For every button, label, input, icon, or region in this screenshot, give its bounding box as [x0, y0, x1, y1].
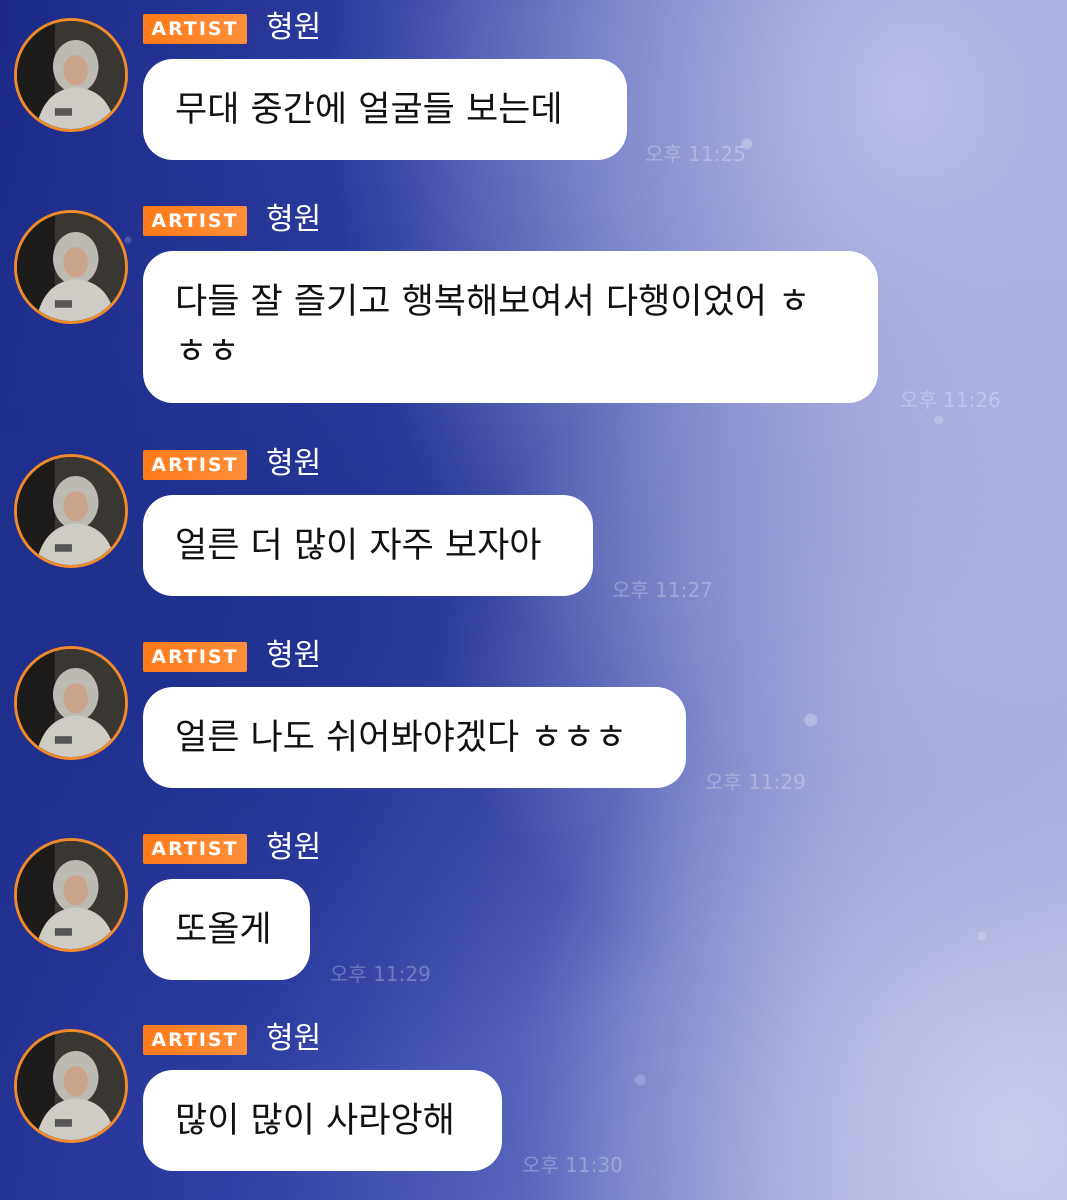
profile-photo-icon	[17, 841, 125, 949]
message-bubble: 얼른 더 많이 자주 보자아	[143, 495, 593, 596]
artist-badge: ARTIST	[143, 206, 247, 236]
timestamp: 오후 11:29	[705, 770, 806, 794]
artist-badge: ARTIST	[143, 450, 247, 480]
message-bubble: 다들 잘 즐기고 행복해보여서 다행이었어 ㅎㅎㅎ	[143, 251, 878, 403]
timestamp: 오후 11:26	[900, 388, 1001, 412]
artist-badge: ARTIST	[143, 834, 247, 864]
avatar[interactable]	[14, 454, 128, 568]
profile-photo-icon	[17, 21, 125, 129]
message-bubble: 얼른 나도 쉬어봐야겠다 ㅎㅎㅎ	[143, 687, 686, 788]
artist-badge: ARTIST	[143, 1025, 247, 1055]
sender-name: 형원	[266, 202, 322, 237]
sender-name: 형원	[266, 1021, 322, 1056]
avatar[interactable]	[14, 646, 128, 760]
sender-name: 형원	[266, 446, 322, 481]
sender-name: 형원	[266, 830, 322, 865]
profile-photo-icon	[17, 213, 125, 321]
profile-photo-icon	[17, 457, 125, 565]
artist-badge: ARTIST	[143, 14, 247, 44]
avatar[interactable]	[14, 1029, 128, 1143]
avatar[interactable]	[14, 18, 128, 132]
avatar[interactable]	[14, 838, 128, 952]
chat-log: ARTIST 형원 무대 중간에 얼굴들 보는데 오후 11:25 ARTIST…	[0, 0, 1067, 1200]
message-bubble: 또올게	[143, 879, 310, 980]
timestamp: 오후 11:25	[645, 142, 746, 166]
sender-name: 형원	[266, 10, 322, 45]
sender-name: 형원	[266, 638, 322, 673]
profile-photo-icon	[17, 649, 125, 757]
message-bubble: 많이 많이 사라앙해	[143, 1070, 502, 1171]
avatar[interactable]	[14, 210, 128, 324]
profile-photo-icon	[17, 1032, 125, 1140]
timestamp: 오후 11:27	[612, 578, 713, 602]
timestamp: 오후 11:30	[522, 1153, 623, 1177]
message-bubble: 무대 중간에 얼굴들 보는데	[143, 59, 627, 160]
artist-badge: ARTIST	[143, 642, 247, 672]
timestamp: 오후 11:29	[330, 962, 431, 986]
